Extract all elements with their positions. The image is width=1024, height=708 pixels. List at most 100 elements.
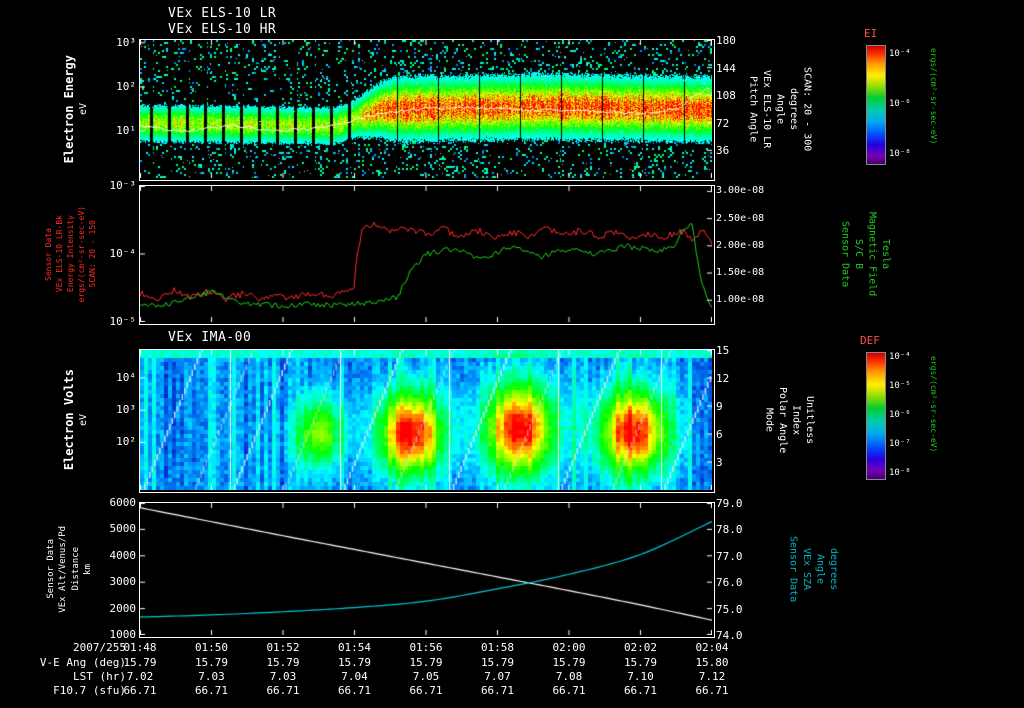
row-label: LST (hr) bbox=[73, 670, 126, 683]
colorbar-def-tick-label: 10⁻⁴ bbox=[889, 352, 911, 363]
time-tick-label: 01:56 bbox=[409, 641, 443, 654]
sza-tick-label: 78.0 bbox=[716, 523, 743, 537]
panel1-right-axis-label-line: Angle bbox=[774, 93, 786, 125]
panel3-right-axis-label: Mode Polar Angle Index Unitless bbox=[762, 350, 816, 490]
intensity-tick-label: 10⁻³ bbox=[109, 179, 137, 192]
mode-tick-label: 12 bbox=[716, 372, 730, 385]
row-value: 7.10 bbox=[627, 670, 654, 683]
panel2-left-axis-label-line: ergs/(cm²-sr-sec-eV) bbox=[77, 205, 86, 303]
time-tick-label: 01:58 bbox=[480, 641, 515, 654]
altitude-tick-label: 1000 bbox=[109, 628, 137, 641]
altitude-tick-label: 6000 bbox=[109, 496, 137, 509]
row-value: 7.07 bbox=[484, 670, 511, 683]
sza-tick-label: 79.0 bbox=[716, 497, 743, 510]
colorbar-def-tick-label: 10⁻⁸ bbox=[889, 467, 911, 478]
bfield-tick-label: 1.50e-08 bbox=[716, 267, 765, 279]
mode-tick-label: 6 bbox=[716, 428, 723, 441]
colorbar-def-unit: ergs/(cm²-sr-sec-eV) bbox=[929, 356, 938, 453]
time-tick-label: 02:02 bbox=[623, 641, 658, 654]
row-value: 66.71 bbox=[695, 684, 729, 697]
mode-tick-label: 3 bbox=[716, 456, 723, 469]
colorbar-def-tick-label: 10⁻⁵ bbox=[889, 381, 911, 392]
panel3-left-axis-label: Electron Volts eV bbox=[62, 350, 91, 490]
panel3-right-axis-label-line: Mode bbox=[763, 407, 775, 433]
row-value: 7.04 bbox=[341, 670, 368, 683]
row-value: 66.71 bbox=[123, 684, 157, 697]
mode-tick-label: 9 bbox=[716, 400, 723, 413]
panel4-right-axis-label-line: VEx SZA bbox=[801, 547, 812, 591]
time-tick-label: 02:04 bbox=[695, 641, 729, 654]
row-value: 15.79 bbox=[623, 656, 658, 669]
panel1-right-axis-label-line: Pitch Angle bbox=[747, 75, 759, 143]
row-value: 66.71 bbox=[337, 684, 372, 697]
mode-tick-label: 15 bbox=[716, 344, 730, 357]
colorbar-ei-unit: ergs/(cm²-sr-sec-eV) bbox=[929, 48, 938, 145]
colorbar-ei bbox=[866, 45, 886, 165]
row-value: 7.08 bbox=[555, 670, 583, 683]
row-value: 7.05 bbox=[412, 670, 440, 683]
els-spectrogram-canvas[interactable] bbox=[140, 40, 712, 178]
intensity-tick-label: 10⁻⁴ bbox=[109, 247, 137, 260]
panel2-right-axis-label-line: Sensor Data bbox=[839, 220, 851, 288]
row-value: 7.12 bbox=[698, 670, 726, 683]
bfield-tick-label: 1.00e-08 bbox=[716, 294, 765, 306]
row-value: 66.71 bbox=[194, 684, 229, 697]
volts-tick-label: 10² bbox=[116, 435, 136, 449]
intensity-bfield-plot[interactable] bbox=[139, 185, 715, 325]
els-pitch-angle-spectrogram[interactable] bbox=[139, 39, 715, 181]
colorbar-def-tick-label: 10⁻⁶ bbox=[889, 410, 911, 420]
panel1-right-axis-label-line: SCAN: 20 - 300 bbox=[801, 66, 813, 152]
sza-tick-label: 75.0 bbox=[716, 602, 743, 616]
vex-data-browser-screen: VEx ELS-10 LR VEx ELS-10 HR VEx IMA-00 E… bbox=[0, 0, 1024, 708]
panel2-left-axis-label-line: VEx ELS-10 LR-Bk bbox=[55, 215, 64, 293]
colorbar-def-title: DEF bbox=[860, 334, 880, 347]
panel1-right-axis-label-line: degrees bbox=[788, 87, 799, 131]
volts-tick-label: 10⁴ bbox=[116, 371, 136, 384]
y-tick-label: 10¹ bbox=[116, 124, 136, 138]
colorbar-ei-title: EI bbox=[864, 27, 878, 40]
altitude-sza-canvas[interactable] bbox=[140, 503, 712, 635]
time-tick-label: 01:48 bbox=[123, 641, 157, 654]
time-tick-label: 01:52 bbox=[266, 641, 300, 654]
row-value: 15.79 bbox=[266, 656, 300, 669]
panel3-right-axis-label-line: Unitless bbox=[804, 395, 815, 445]
panel3-ylabel: Electron Volts bbox=[62, 369, 76, 471]
sza-tick-label: 77.0 bbox=[716, 549, 743, 563]
row-value: 15.79 bbox=[123, 656, 157, 669]
bfield-tick-label: 3.00e-08 bbox=[716, 185, 765, 197]
panel1-right-axis-label: Pitch Angle VEx ELS-10 LR Angle degrees SCAN… bbox=[746, 40, 813, 178]
panel1-ylabel: Electron Energy bbox=[62, 54, 76, 164]
row-value: 15.79 bbox=[409, 656, 443, 669]
altitude-tick-label: 3000 bbox=[109, 575, 137, 589]
panel2-right-axis-label-line: Tesla bbox=[880, 238, 891, 270]
panel2-left-axis-label-line: SCAN: 20 - 150 bbox=[88, 220, 97, 288]
row-label: F10.7 (sfu) bbox=[53, 684, 126, 697]
bfield-tick-label: 2.00e-08 bbox=[716, 239, 765, 251]
panel2-right-axis-label-line: Magnetic Field bbox=[866, 211, 878, 297]
intensity-bfield-canvas[interactable] bbox=[140, 186, 712, 322]
altitude-sza-plot[interactable] bbox=[139, 502, 715, 638]
ima-spectrogram-canvas[interactable] bbox=[140, 350, 712, 490]
panel4-right-axis-label-line: degrees bbox=[828, 547, 839, 591]
panel2-right-axis-label: Sensor Data S/C B Magnetic Field Tesla bbox=[838, 186, 892, 322]
panel4-left-axis-label: Sensor Data VEx Alt/Venus/Pd Distance km bbox=[46, 503, 94, 635]
row-value: 15.80 bbox=[695, 656, 729, 669]
row-value: 15.79 bbox=[337, 656, 372, 669]
row-value: 15.79 bbox=[552, 656, 586, 669]
panel1-title-hr: VEx ELS-10 HR bbox=[168, 22, 277, 37]
panel4-right-axis-label-line: Sensor Data bbox=[787, 535, 799, 603]
panel1-title-lr: VEx ELS-10 LR bbox=[168, 6, 277, 21]
row-value: 7.03 bbox=[269, 670, 297, 683]
time-tick-label: 01:50 bbox=[194, 641, 229, 654]
panel4-left-axis-label-line: Sensor Data bbox=[46, 539, 56, 599]
altitude-tick-label: 2000 bbox=[109, 601, 137, 615]
panel3-yunit: eV bbox=[78, 413, 89, 427]
panel3-title: VEx IMA-00 bbox=[168, 330, 252, 345]
row-value: 66.71 bbox=[623, 684, 658, 697]
bfield-tick-label: 2.50e-08 bbox=[716, 212, 765, 224]
row-value: 66.71 bbox=[266, 684, 300, 697]
panel4-left-axis-label-line: VEx Alt/Venus/Pd bbox=[58, 525, 69, 613]
ima-spectrogram[interactable] bbox=[139, 349, 715, 493]
y-tick-label: 10³ bbox=[116, 35, 136, 49]
y-tick-label: 10² bbox=[116, 79, 136, 93]
